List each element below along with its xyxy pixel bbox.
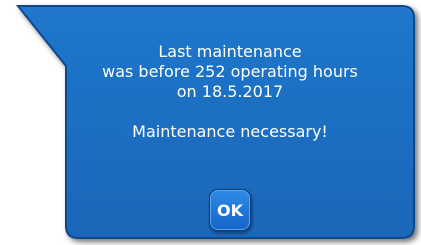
message-line-2: was before 252 operating hours xyxy=(102,62,358,81)
message-line-1: Last maintenance xyxy=(158,42,302,61)
ok-button[interactable]: OK xyxy=(209,189,251,231)
maintenance-notice: Maintenance necessary! xyxy=(132,122,328,141)
message-line-3: on 18.5.2017 xyxy=(176,82,284,101)
maintenance-dialog: Last maintenance was before 252 operatin… xyxy=(0,0,421,245)
message-spacer xyxy=(60,102,400,122)
dialog-message: Last maintenance was before 252 operatin… xyxy=(60,42,400,142)
